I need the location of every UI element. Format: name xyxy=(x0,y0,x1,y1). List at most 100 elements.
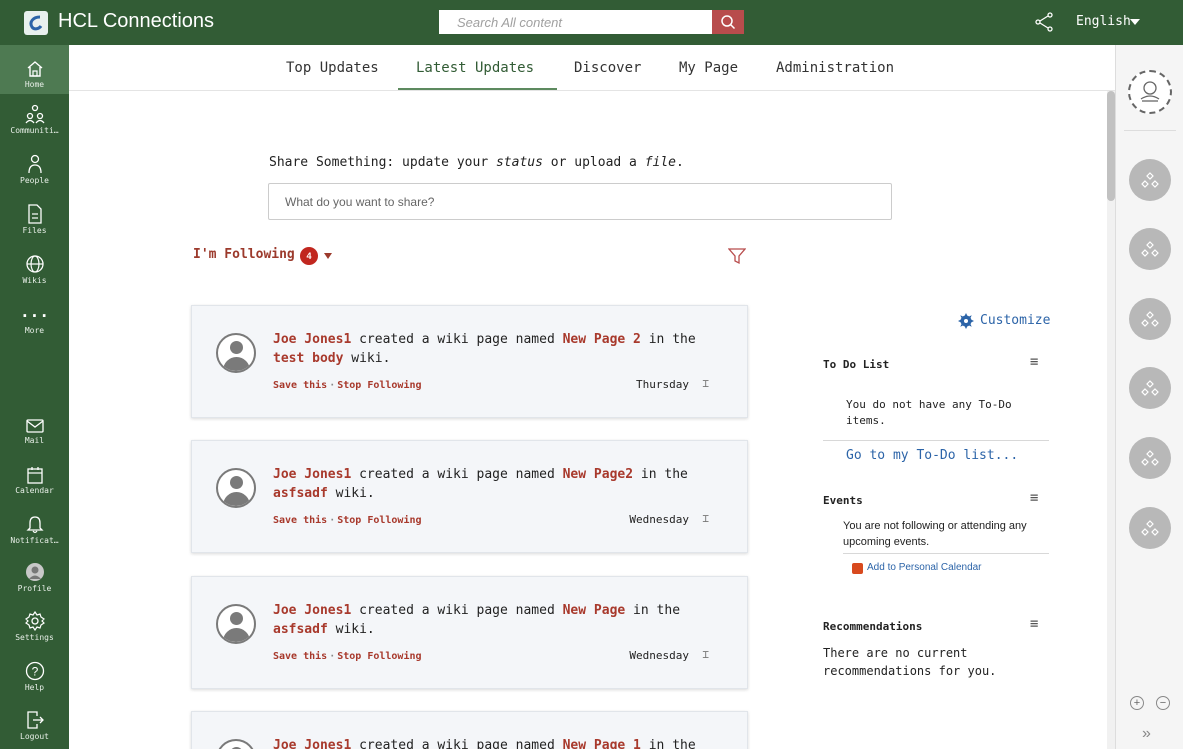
community-icon[interactable] xyxy=(1129,298,1171,340)
communities-icon xyxy=(0,100,69,124)
events-empty-text: You are not following or attending any u… xyxy=(843,520,1027,548)
nav-item-mail[interactable]: Mail xyxy=(0,410,69,445)
tab-latest-updates[interactable]: Latest Updates xyxy=(416,60,534,76)
nav-label: Files xyxy=(22,226,47,235)
share-icon[interactable] xyxy=(1034,12,1054,36)
wikis-icon xyxy=(0,250,69,274)
add-to-calendar-link[interactable]: Add to Personal Calendar xyxy=(867,562,982,573)
recommendations-empty-text: There are no current recommendations for… xyxy=(823,646,997,678)
expand-sidebar-icon[interactable]: » xyxy=(1142,725,1151,743)
wiki-link[interactable]: asfsadf xyxy=(273,622,328,637)
nav-item-people[interactable]: People xyxy=(0,150,69,185)
nav-item-help[interactable]: ? Help xyxy=(0,657,69,692)
user-avatar-icon[interactable] xyxy=(1128,70,1172,114)
tab-top-updates[interactable]: Top Updates xyxy=(286,60,379,76)
nav-item-logout[interactable]: Logout xyxy=(0,706,69,741)
nav-item-wikis[interactable]: Wikis xyxy=(0,250,69,285)
entry-text: in the xyxy=(633,467,688,482)
avatar[interactable] xyxy=(216,604,256,644)
entry-actions: Save this · Stop Following xyxy=(273,380,422,391)
wiki-link[interactable]: asfsadf xyxy=(273,486,328,501)
tab-my-page[interactable]: My Page xyxy=(679,60,738,76)
language-selector[interactable]: English xyxy=(1076,14,1131,29)
logout-icon xyxy=(0,706,69,730)
active-tab-indicator xyxy=(398,88,557,90)
search-input[interactable] xyxy=(439,10,712,34)
community-icon[interactable] xyxy=(1129,159,1171,201)
community-icon[interactable] xyxy=(1129,507,1171,549)
save-this-link[interactable]: Save this xyxy=(273,651,327,662)
status-link[interactable]: status xyxy=(496,155,543,170)
save-this-link[interactable]: Save this xyxy=(273,380,327,391)
recommendations-title: Recommendations xyxy=(823,620,923,633)
stop-following-link[interactable]: Stop Following xyxy=(337,380,421,391)
rss-icon[interactable] xyxy=(852,563,863,574)
page-link[interactable]: New Page 1 xyxy=(563,738,641,749)
user-link[interactable]: Joe Jones1 xyxy=(273,467,351,482)
file-link[interactable]: file xyxy=(645,155,676,170)
separator: · xyxy=(329,380,336,391)
zoom-in-icon[interactable]: + xyxy=(1130,696,1144,710)
page-link[interactable]: New Page xyxy=(563,603,626,618)
nav-label: People xyxy=(20,176,49,185)
following-filter[interactable]: I'm Following xyxy=(193,247,295,262)
left-nav: Home Communiti… People Files Wikis ··· M… xyxy=(0,45,69,749)
todo-list-link[interactable]: Go to my To-Do list... xyxy=(846,448,1018,463)
app-title[interactable]: HCL Connections xyxy=(58,10,214,33)
divider xyxy=(843,553,1049,554)
scrollbar-thumb[interactable] xyxy=(1107,91,1115,201)
search-button[interactable] xyxy=(712,10,744,34)
tab-administration[interactable]: Administration xyxy=(776,60,894,76)
hamburger-menu-icon[interactable]: ≡ xyxy=(1030,490,1038,506)
avatar[interactable] xyxy=(216,468,256,508)
nav-label: Logout xyxy=(20,732,49,741)
nav-item-settings[interactable]: Settings xyxy=(0,607,69,642)
chevron-down-icon[interactable] xyxy=(324,253,332,259)
user-link[interactable]: Joe Jones1 xyxy=(273,332,351,347)
connections-logo-icon[interactable] xyxy=(24,11,48,35)
tab-discover[interactable]: Discover xyxy=(574,60,641,76)
page-link[interactable]: New Page2 xyxy=(563,467,633,482)
text-cursor-icon: ⌶ xyxy=(702,512,709,525)
community-icon[interactable] xyxy=(1129,228,1171,270)
following-count-badge: 4 xyxy=(300,247,318,265)
hamburger-menu-icon[interactable]: ≡ xyxy=(1030,616,1038,632)
nav-item-more[interactable]: ··· More xyxy=(0,300,69,336)
divider xyxy=(1124,130,1176,131)
stream-card: Joe Jones1 created a wiki page named New… xyxy=(191,711,748,749)
filter-icon[interactable] xyxy=(727,247,747,269)
user-link[interactable]: Joe Jones1 xyxy=(273,738,351,749)
nav-item-communities[interactable]: Communiti… xyxy=(0,100,69,135)
avatar[interactable] xyxy=(216,739,256,749)
entry-text: created a wiki page named xyxy=(351,332,563,347)
nav-item-notifications[interactable]: Notificat… xyxy=(0,510,69,545)
nav-item-files[interactable]: Files xyxy=(0,200,69,235)
entry-date: Thursday xyxy=(636,378,689,391)
user-link[interactable]: Joe Jones1 xyxy=(273,603,351,618)
nav-item-calendar[interactable]: Calendar xyxy=(0,460,69,495)
community-icon[interactable] xyxy=(1129,437,1171,479)
entry-text: created a wiki page named xyxy=(351,603,563,618)
hamburger-menu-icon[interactable]: ≡ xyxy=(1030,354,1038,370)
share-prompt-text: or upload a xyxy=(542,155,645,170)
text-cursor-icon: ⌶ xyxy=(702,377,709,390)
entry-text: in the xyxy=(640,332,696,347)
people-icon xyxy=(0,150,69,174)
nav-item-profile[interactable]: Profile xyxy=(0,558,69,593)
stop-following-link[interactable]: Stop Following xyxy=(337,515,421,526)
zoom-out-icon[interactable]: − xyxy=(1156,696,1170,710)
customize-button[interactable]: Customize xyxy=(958,313,1050,329)
nav-item-home[interactable]: Home xyxy=(0,45,69,94)
wiki-link[interactable]: test body xyxy=(273,351,343,366)
entry-text: wiki. xyxy=(343,351,391,366)
svg-text:?: ? xyxy=(31,665,38,679)
nav-label: Communiti… xyxy=(10,126,59,135)
stop-following-link[interactable]: Stop Following xyxy=(337,651,421,662)
avatar[interactable] xyxy=(216,333,256,373)
share-input[interactable] xyxy=(268,183,892,220)
page-link[interactable]: New Page 2 xyxy=(563,332,641,347)
community-icon[interactable] xyxy=(1129,367,1171,409)
chevron-down-icon[interactable] xyxy=(1130,19,1140,25)
save-this-link[interactable]: Save this xyxy=(273,515,327,526)
mail-icon xyxy=(0,410,69,434)
